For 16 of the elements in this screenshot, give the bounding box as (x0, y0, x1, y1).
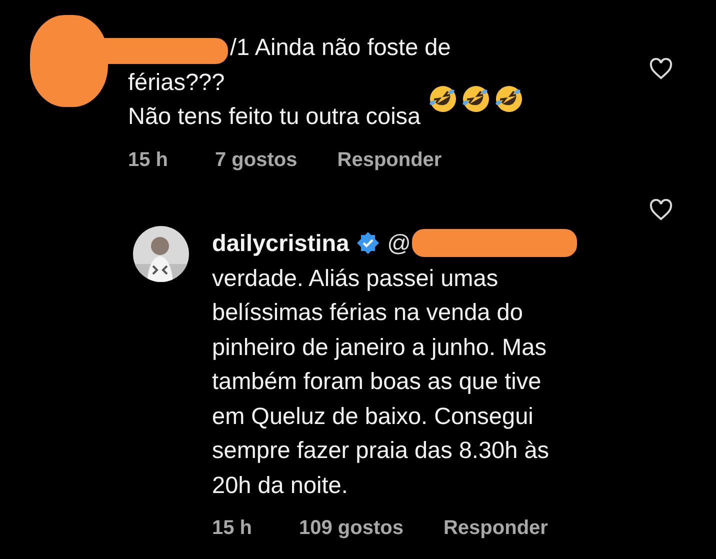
laughing-face-icon (494, 84, 524, 114)
comment-text: /1 Ainda não foste de (230, 34, 451, 60)
laughing-face-icon (460, 84, 491, 114)
laughing-face-icon (428, 84, 458, 114)
like-count[interactable]: 7 gostos (215, 144, 298, 174)
like-icon[interactable] (649, 198, 673, 221)
comment-time: 15 h (128, 148, 170, 172)
like-icon[interactable] (649, 58, 673, 80)
comment-text: verdade. Aliás passei umas belíssimas férias na venda do pinheiro de janeiro a junho. Mas também foram boas as que tive em Queluz de baixo. Consegui sempre fazer praia das 8.30h às 20h da noite. (212, 264, 550, 500)
username[interactable]: dailycristina (212, 226, 350, 260)
comment-time: 15 h (212, 516, 254, 541)
mention: @ (387, 229, 412, 258)
comment-text: férias??? Não tens feito tu outra coisa (128, 68, 421, 131)
like-count[interactable]: 109 gostos (299, 513, 404, 543)
reply-link[interactable]: Responder (337, 144, 442, 174)
reply-link[interactable]: Responder (443, 513, 548, 543)
